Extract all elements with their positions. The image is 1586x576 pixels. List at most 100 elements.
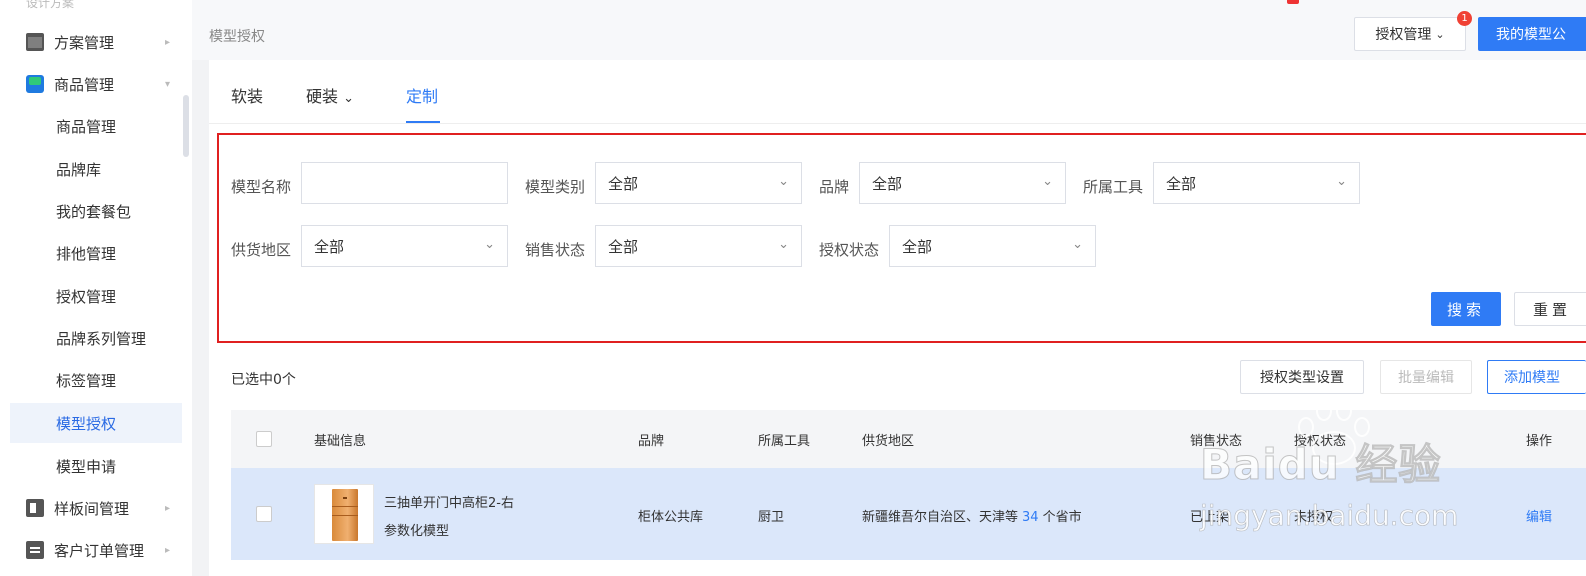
region-select[interactable]: 全部 ⌄ (301, 225, 508, 267)
row-checkbox[interactable] (256, 506, 272, 522)
sale-status-select[interactable]: 全部 ⌄ (595, 225, 802, 267)
tab-soft[interactable]: 软装 (231, 83, 263, 107)
room-icon (26, 499, 44, 517)
folder-icon (26, 33, 44, 51)
top-indicator (1287, 0, 1299, 4)
sidebar-item-authorization[interactable]: 授权管理 (10, 276, 182, 316)
sidebar-item-brand-series[interactable]: 品牌系列管理 (10, 318, 182, 358)
sidebar-cut-label: 设计方案 (26, 0, 75, 10)
sidebar-item-label: 方案管理 (54, 33, 115, 52)
region-count-link[interactable]: 34 (1022, 510, 1039, 525)
filter-panel: 模型名称 模型类别 全部 ⌄ 品牌 全部 ⌄ 所属工具 全部 ⌄ 供货地区 全部 ⌄ 销… (217, 133, 1586, 343)
sidebar-item-brand-library[interactable]: 品牌库 (10, 149, 182, 189)
header-region: 供货地区 (862, 434, 915, 449)
sidebar-item-label: 模型申请 (56, 457, 117, 476)
clipboard-icon (26, 541, 44, 559)
chevron-down-icon: ⌄ (778, 237, 789, 252)
auth-type-settings-button[interactable]: 授权类型设置 (1240, 360, 1364, 394)
my-model-button[interactable]: 我的模型公 (1478, 17, 1586, 51)
header-action: 操作 (1526, 434, 1553, 449)
header-basic-info: 基础信息 (314, 434, 367, 449)
batch-edit-button[interactable]: 批量编辑 (1380, 360, 1472, 394)
sidebar-item-label: 样板间管理 (54, 499, 130, 518)
header-brand: 品牌 (638, 434, 665, 449)
sidebar-item-plan-management[interactable]: 方案管理 ▸ (10, 22, 182, 62)
header: 模型授权 授权管理 ⌄ 1 我的模型公 (192, 10, 1586, 60)
sidebar-item-label: 客户订单管理 (54, 541, 145, 560)
sidebar-item-model-application[interactable]: 模型申请 (10, 446, 182, 486)
model-name-label: 模型名称 (231, 178, 292, 196)
chevron-right-icon: ▸ (164, 502, 170, 514)
sidebar-item-product-management[interactable]: 商品管理 ▾ (10, 64, 182, 104)
region-label: 供货地区 (231, 241, 292, 259)
sidebar-item-products[interactable]: 商品管理 (10, 106, 182, 146)
top-bar (192, 0, 1586, 10)
sidebar-item-label: 排他管理 (56, 244, 117, 263)
edit-link[interactable]: 编辑 (1526, 506, 1552, 525)
table-header: 基础信息 品牌 所属工具 供货地区 销售状态 授权状态 操作 (231, 410, 1586, 468)
chevron-down-icon: ▾ (164, 78, 170, 90)
sidebar-scrollbar[interactable] (183, 95, 189, 157)
tab-active-indicator (406, 121, 440, 123)
model-type-select[interactable]: 全部 ⌄ (595, 162, 802, 204)
breadcrumb: 模型授权 (209, 29, 265, 45)
selected-count: 已选中0个 (231, 372, 296, 388)
chevron-down-icon: ⌄ (778, 174, 789, 189)
tool-label: 所属工具 (1083, 178, 1144, 196)
sale-status-label: 销售状态 (525, 241, 586, 259)
notification-badge: 1 (1457, 11, 1472, 26)
reset-button[interactable]: 重置 (1514, 292, 1586, 326)
row-region: 新疆维吾尔自治区、天津等 34 个省市 (862, 510, 1082, 525)
search-button[interactable]: 搜索 (1431, 292, 1501, 326)
model-type: 参数化模型 (384, 524, 450, 539)
tab-hard[interactable]: 硬装 ⌄ (306, 83, 354, 107)
row-auth-status: 未授权 (1294, 510, 1334, 525)
tool-select[interactable]: 全部 ⌄ (1153, 162, 1360, 204)
auth-status-label: 授权状态 (819, 241, 880, 259)
sidebar-item-label: 品牌库 (56, 160, 102, 179)
sidebar-item-label: 授权管理 (56, 287, 117, 306)
header-tool: 所属工具 (758, 434, 811, 449)
tab-custom[interactable]: 定制 (406, 83, 438, 107)
chevron-right-icon: ▸ (164, 36, 170, 48)
sidebar-item-label: 商品管理 (54, 75, 115, 94)
chevron-right-icon: ▸ (164, 544, 170, 556)
auth-management-label: 授权管理 (1375, 27, 1432, 43)
sidebar-item-exclusivity[interactable]: 排他管理 (10, 233, 182, 273)
sidebar-item-label: 标签管理 (56, 371, 117, 390)
chevron-down-icon: ⌄ (1336, 174, 1347, 189)
auth-status-select[interactable]: 全部 ⌄ (889, 225, 1096, 267)
chevron-down-icon: ⌄ (484, 237, 495, 252)
sidebar-item-my-packages[interactable]: 我的套餐包 (10, 191, 182, 231)
select-all-checkbox[interactable] (256, 431, 272, 447)
header-auth-status: 授权状态 (1294, 434, 1347, 449)
brand-select[interactable]: 全部 ⌄ (859, 162, 1066, 204)
cabinet-image (332, 489, 358, 541)
sidebar-item-tags[interactable]: 标签管理 (10, 360, 182, 400)
sidebar-item-label: 模型授权 (56, 414, 117, 433)
sidebar: 设计方案 方案管理 ▸ 商品管理 ▾ 商品管理 品牌库 我的套餐包 排他管理 授… (0, 0, 192, 576)
sidebar-item-customer-orders[interactable]: 客户订单管理 ▸ (10, 530, 182, 570)
sidebar-item-label: 品牌系列管理 (56, 329, 147, 348)
sidebar-item-label: 我的套餐包 (56, 202, 132, 221)
brand-label: 品牌 (819, 178, 850, 196)
sidebar-item-label: 商品管理 (56, 117, 117, 136)
table-row[interactable]: 三抽单开门中高柜2-右 参数化模型 柜体公共库 厨卫 新疆维吾尔自治区、天津等 3… (231, 468, 1586, 560)
chevron-down-icon: ⌄ (1072, 237, 1083, 252)
chevron-down-icon: ⌄ (1435, 27, 1445, 41)
add-model-button[interactable]: 添加模型 (1487, 360, 1586, 394)
model-type-label: 模型类别 (525, 178, 586, 196)
row-tool: 厨卫 (758, 510, 785, 525)
sidebar-item-showroom-management[interactable]: 样板间管理 ▸ (10, 488, 182, 528)
auth-management-dropdown[interactable]: 授权管理 ⌄ (1354, 17, 1466, 51)
row-sale-status: 已上架 (1190, 510, 1230, 525)
main-panel: 软装 硬装 ⌄ 定制 模型名称 模型类别 全部 ⌄ 品牌 全部 ⌄ 所属工具 全部 ⌄… (209, 60, 1586, 576)
model-name: 三抽单开门中高柜2-右 (384, 496, 514, 511)
shopping-bag-icon (26, 75, 44, 93)
model-name-input[interactable] (301, 162, 508, 204)
header-sale-status: 销售状态 (1190, 434, 1243, 449)
sidebar-item-model-authorization[interactable]: 模型授权 (10, 403, 182, 443)
chevron-down-icon: ⌄ (1042, 174, 1053, 189)
chevron-down-icon: ⌄ (343, 91, 355, 106)
model-thumbnail (314, 484, 374, 544)
